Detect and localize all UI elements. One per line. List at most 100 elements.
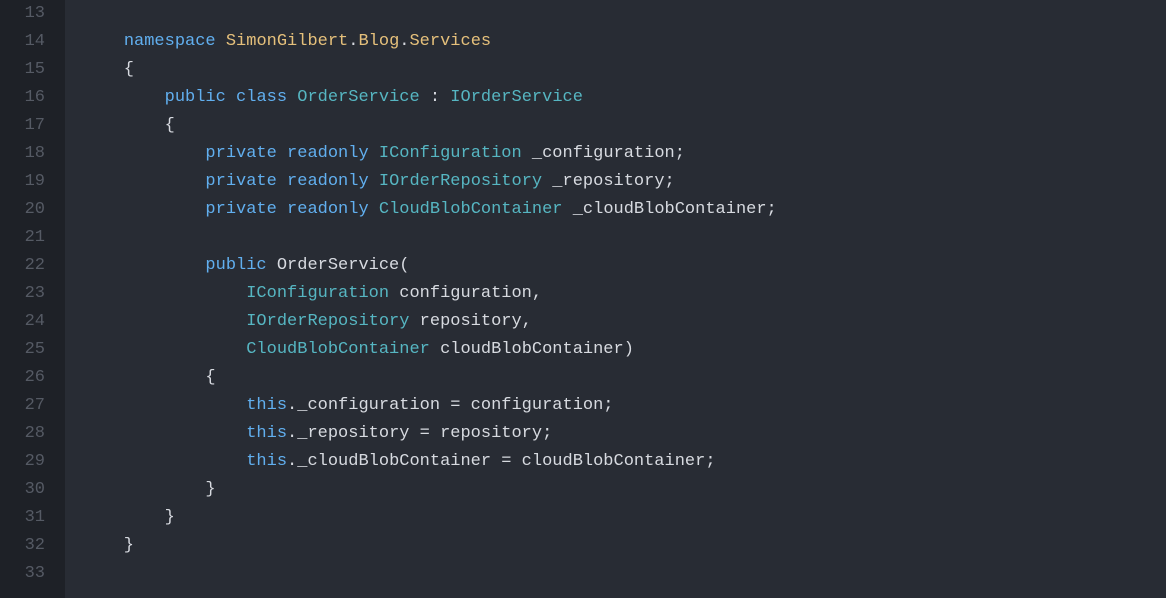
line-number: 19 — [0, 168, 45, 196]
line-number: 14 — [0, 28, 45, 56]
code-token — [83, 396, 246, 415]
code-line[interactable]: public OrderService( — [83, 252, 1166, 280]
code-token — [277, 200, 287, 219]
code-token: readonly — [287, 172, 369, 191]
code-line[interactable] — [83, 224, 1166, 252]
code-line[interactable]: this._configuration = configuration; — [83, 392, 1166, 420]
code-token — [216, 32, 226, 51]
code-line[interactable]: CloudBlobContainer cloudBlobContainer) — [83, 336, 1166, 364]
code-token: } — [83, 536, 134, 555]
code-line[interactable]: IConfiguration configuration, — [83, 280, 1166, 308]
code-token: OrderService( — [267, 256, 410, 275]
code-token — [83, 256, 205, 275]
code-token: public — [205, 256, 266, 275]
line-number: 13 — [0, 0, 45, 28]
code-token: ._configuration = configuration; — [287, 396, 613, 415]
line-number: 33 — [0, 560, 45, 588]
line-number: 28 — [0, 420, 45, 448]
line-number: 32 — [0, 532, 45, 560]
code-token: this — [246, 396, 287, 415]
code-token: readonly — [287, 200, 369, 219]
code-editor[interactable]: 1314151617181920212223242526272829303132… — [0, 0, 1166, 598]
code-token: cloudBlobContainer) — [430, 340, 634, 359]
line-number: 18 — [0, 140, 45, 168]
line-number: 22 — [0, 252, 45, 280]
code-token — [83, 200, 205, 219]
code-token — [83, 284, 246, 303]
line-number: 26 — [0, 364, 45, 392]
code-line[interactable]: } — [83, 532, 1166, 560]
code-area[interactable]: namespace SimonGilbert.Blog.Services { p… — [65, 0, 1166, 598]
code-token: namespace — [124, 32, 216, 51]
code-token: configuration, — [389, 284, 542, 303]
code-line[interactable]: this._cloudBlobContainer = cloudBlobCont… — [83, 448, 1166, 476]
code-token — [83, 340, 246, 359]
line-number: 25 — [0, 336, 45, 364]
code-token: . — [348, 32, 358, 51]
code-token — [83, 144, 205, 163]
code-line[interactable]: { — [83, 56, 1166, 84]
line-number: 15 — [0, 56, 45, 84]
code-token — [369, 172, 379, 191]
code-line[interactable]: IOrderRepository repository, — [83, 308, 1166, 336]
code-token — [83, 452, 246, 471]
code-token: IConfiguration — [246, 284, 389, 303]
code-token — [83, 32, 124, 51]
line-number: 16 — [0, 84, 45, 112]
code-token: OrderService — [297, 88, 419, 107]
code-line[interactable]: this._repository = repository; — [83, 420, 1166, 448]
code-token: _configuration; — [522, 144, 685, 163]
code-token: Blog — [358, 32, 399, 51]
code-token: } — [83, 508, 175, 527]
code-token: ._cloudBlobContainer = cloudBlobContaine… — [287, 452, 715, 471]
line-number: 20 — [0, 196, 45, 224]
code-token: repository, — [409, 312, 531, 331]
code-token: private — [205, 144, 276, 163]
line-number: 23 — [0, 280, 45, 308]
code-token: _cloudBlobContainer; — [563, 200, 777, 219]
code-token: IOrderService — [450, 88, 583, 107]
code-token: IConfiguration — [379, 144, 522, 163]
line-number: 21 — [0, 224, 45, 252]
line-number: 30 — [0, 476, 45, 504]
code-token: Services — [409, 32, 491, 51]
code-token: . — [399, 32, 409, 51]
line-number-gutter: 1314151617181920212223242526272829303132… — [0, 0, 65, 598]
code-line[interactable]: private readonly CloudBlobContainer _clo… — [83, 196, 1166, 224]
line-number: 27 — [0, 392, 45, 420]
code-token: private — [205, 200, 276, 219]
code-token — [83, 88, 165, 107]
code-line[interactable] — [83, 0, 1166, 28]
code-line[interactable]: { — [83, 112, 1166, 140]
code-token: IOrderRepository — [246, 312, 409, 331]
code-line[interactable]: private readonly IOrderRepository _repos… — [83, 168, 1166, 196]
code-token: { — [83, 116, 175, 135]
code-token: { — [83, 60, 134, 79]
line-number: 24 — [0, 308, 45, 336]
code-line[interactable] — [83, 560, 1166, 588]
code-token: { — [83, 368, 216, 387]
code-line[interactable]: } — [83, 476, 1166, 504]
code-token — [277, 172, 287, 191]
code-token: IOrderRepository — [379, 172, 542, 191]
code-token: ._repository = repository; — [287, 424, 552, 443]
code-token: SimonGilbert — [226, 32, 348, 51]
code-token — [83, 172, 205, 191]
code-line[interactable]: public class OrderService : IOrderServic… — [83, 84, 1166, 112]
code-token — [83, 312, 246, 331]
code-token — [369, 200, 379, 219]
code-token: this — [246, 424, 287, 443]
code-line[interactable]: private readonly IConfiguration _configu… — [83, 140, 1166, 168]
code-line[interactable]: { — [83, 364, 1166, 392]
code-token — [226, 88, 236, 107]
code-token — [369, 144, 379, 163]
code-token: : — [420, 88, 451, 107]
code-token: } — [83, 480, 216, 499]
code-token: CloudBlobContainer — [246, 340, 430, 359]
code-token: private — [205, 172, 276, 191]
code-line[interactable]: } — [83, 504, 1166, 532]
code-line[interactable]: namespace SimonGilbert.Blog.Services — [83, 28, 1166, 56]
line-number: 17 — [0, 112, 45, 140]
code-token — [277, 144, 287, 163]
code-token: public — [165, 88, 226, 107]
